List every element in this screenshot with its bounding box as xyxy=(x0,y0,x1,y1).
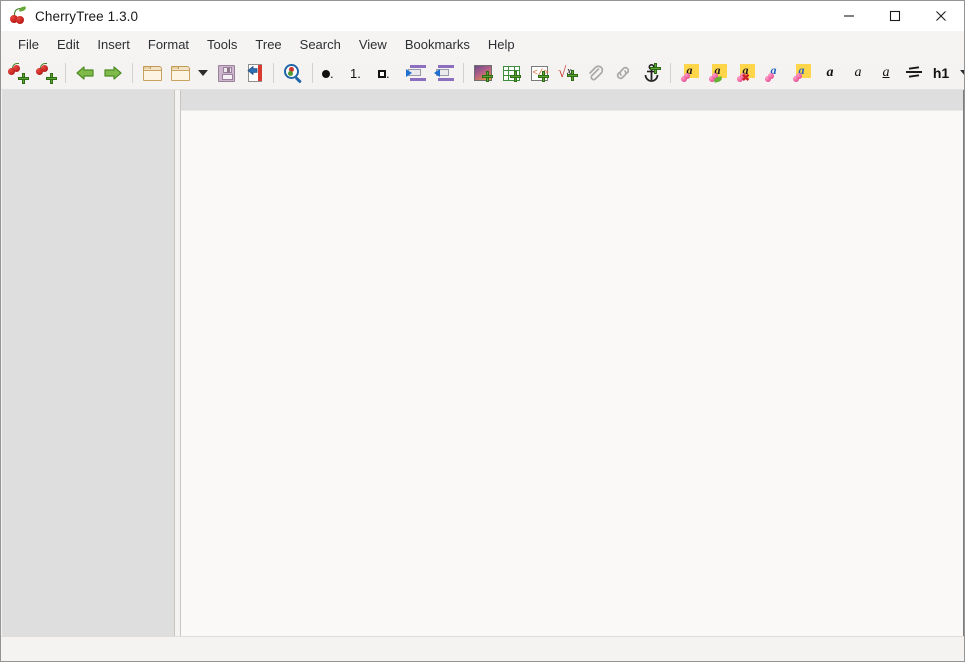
toolbar-overflow-chevron-icon[interactable] xyxy=(954,59,964,87)
open-file-icon[interactable] xyxy=(138,59,166,87)
cherrytree-window: CherryTree 1.3.0 File Edit Insert Format… xyxy=(0,0,965,662)
title-bar-left: CherryTree 1.3.0 xyxy=(1,6,139,25)
italic-label: a xyxy=(854,65,862,80)
menu-item-help[interactable]: Help xyxy=(479,34,524,55)
maximize-icon[interactable] xyxy=(872,1,918,31)
add-subnode-icon[interactable] xyxy=(32,59,60,87)
insert-image-icon[interactable] xyxy=(469,59,497,87)
menu-item-view[interactable]: View xyxy=(350,34,396,55)
window-controls xyxy=(826,1,964,31)
decrease-indent-icon[interactable] xyxy=(430,59,458,87)
toolbar-separator xyxy=(463,63,464,83)
main-toolbar: . 1. . </> √ x a a a ✖ a a a a a h1 xyxy=(1,57,964,90)
heading-h1-label: h1 xyxy=(932,65,950,81)
cherry-logo-icon xyxy=(9,6,27,25)
minimize-icon[interactable] xyxy=(826,1,872,31)
increase-indent-icon[interactable] xyxy=(402,59,430,87)
numbered-list-icon[interactable]: 1. xyxy=(346,59,374,87)
bulleted-list-icon[interactable]: . xyxy=(318,59,346,87)
menu-item-tools[interactable]: Tools xyxy=(198,34,246,55)
editor-header-bar xyxy=(181,90,963,111)
underline-icon[interactable]: a xyxy=(872,59,900,87)
status-bar xyxy=(1,636,964,661)
window-title: CherryTree 1.3.0 xyxy=(35,8,139,24)
main-content-area xyxy=(1,90,964,636)
go-back-icon[interactable] xyxy=(71,59,99,87)
text-background-color-icon[interactable]: a xyxy=(676,59,704,87)
toolbar-separator xyxy=(132,63,133,83)
apply-last-foreground-icon[interactable]: a xyxy=(788,59,816,87)
add-node-icon[interactable] xyxy=(4,59,32,87)
menu-item-insert[interactable]: Insert xyxy=(88,34,139,55)
attach-file-icon[interactable] xyxy=(581,59,609,87)
numbered-list-label: 1. xyxy=(350,65,361,81)
menu-item-file[interactable]: File xyxy=(9,34,48,55)
toolbar-separator xyxy=(273,63,274,83)
find-in-nodes-icon[interactable] xyxy=(279,59,307,87)
bold-icon[interactable]: a xyxy=(816,59,844,87)
underline-label: a xyxy=(882,65,890,80)
title-bar: CherryTree 1.3.0 xyxy=(1,1,964,31)
bold-label: a xyxy=(826,65,834,80)
strikethrough-icon[interactable] xyxy=(900,59,928,87)
insert-link-icon[interactable] xyxy=(609,59,637,87)
insert-anchor-icon[interactable] xyxy=(637,59,665,87)
insert-formula-icon[interactable]: √ x xyxy=(553,59,581,87)
toolbar-separator xyxy=(65,63,66,83)
editor-panel xyxy=(181,90,964,636)
tree-panel[interactable] xyxy=(2,90,175,636)
toolbar-separator xyxy=(670,63,671,83)
menu-item-edit[interactable]: Edit xyxy=(48,34,88,55)
menu-item-format[interactable]: Format xyxy=(139,34,198,55)
menu-item-tree[interactable]: Tree xyxy=(246,34,290,55)
todo-list-icon[interactable]: . xyxy=(374,59,402,87)
italic-icon[interactable]: a xyxy=(844,59,872,87)
remove-formatting-icon[interactable]: a ✖ xyxy=(732,59,760,87)
menu-item-search[interactable]: Search xyxy=(291,34,350,55)
close-icon[interactable] xyxy=(918,1,964,31)
save-icon[interactable] xyxy=(212,59,240,87)
apply-last-background-icon[interactable]: a xyxy=(704,59,732,87)
menu-bar: File Edit Insert Format Tools Tree Searc… xyxy=(1,31,964,57)
go-forward-icon[interactable] xyxy=(99,59,127,87)
recent-documents-dropdown-icon[interactable] xyxy=(194,59,212,87)
recent-documents-icon[interactable] xyxy=(166,59,194,87)
insert-table-icon[interactable] xyxy=(497,59,525,87)
rich-text-editor[interactable] xyxy=(181,111,963,636)
insert-codebox-icon[interactable]: </> xyxy=(525,59,553,87)
heading-h1-icon[interactable]: h1 xyxy=(928,59,954,87)
text-foreground-color-icon[interactable]: a xyxy=(760,59,788,87)
save-as-icon[interactable] xyxy=(240,59,268,87)
menu-item-bookmarks[interactable]: Bookmarks xyxy=(396,34,479,55)
toolbar-separator xyxy=(312,63,313,83)
